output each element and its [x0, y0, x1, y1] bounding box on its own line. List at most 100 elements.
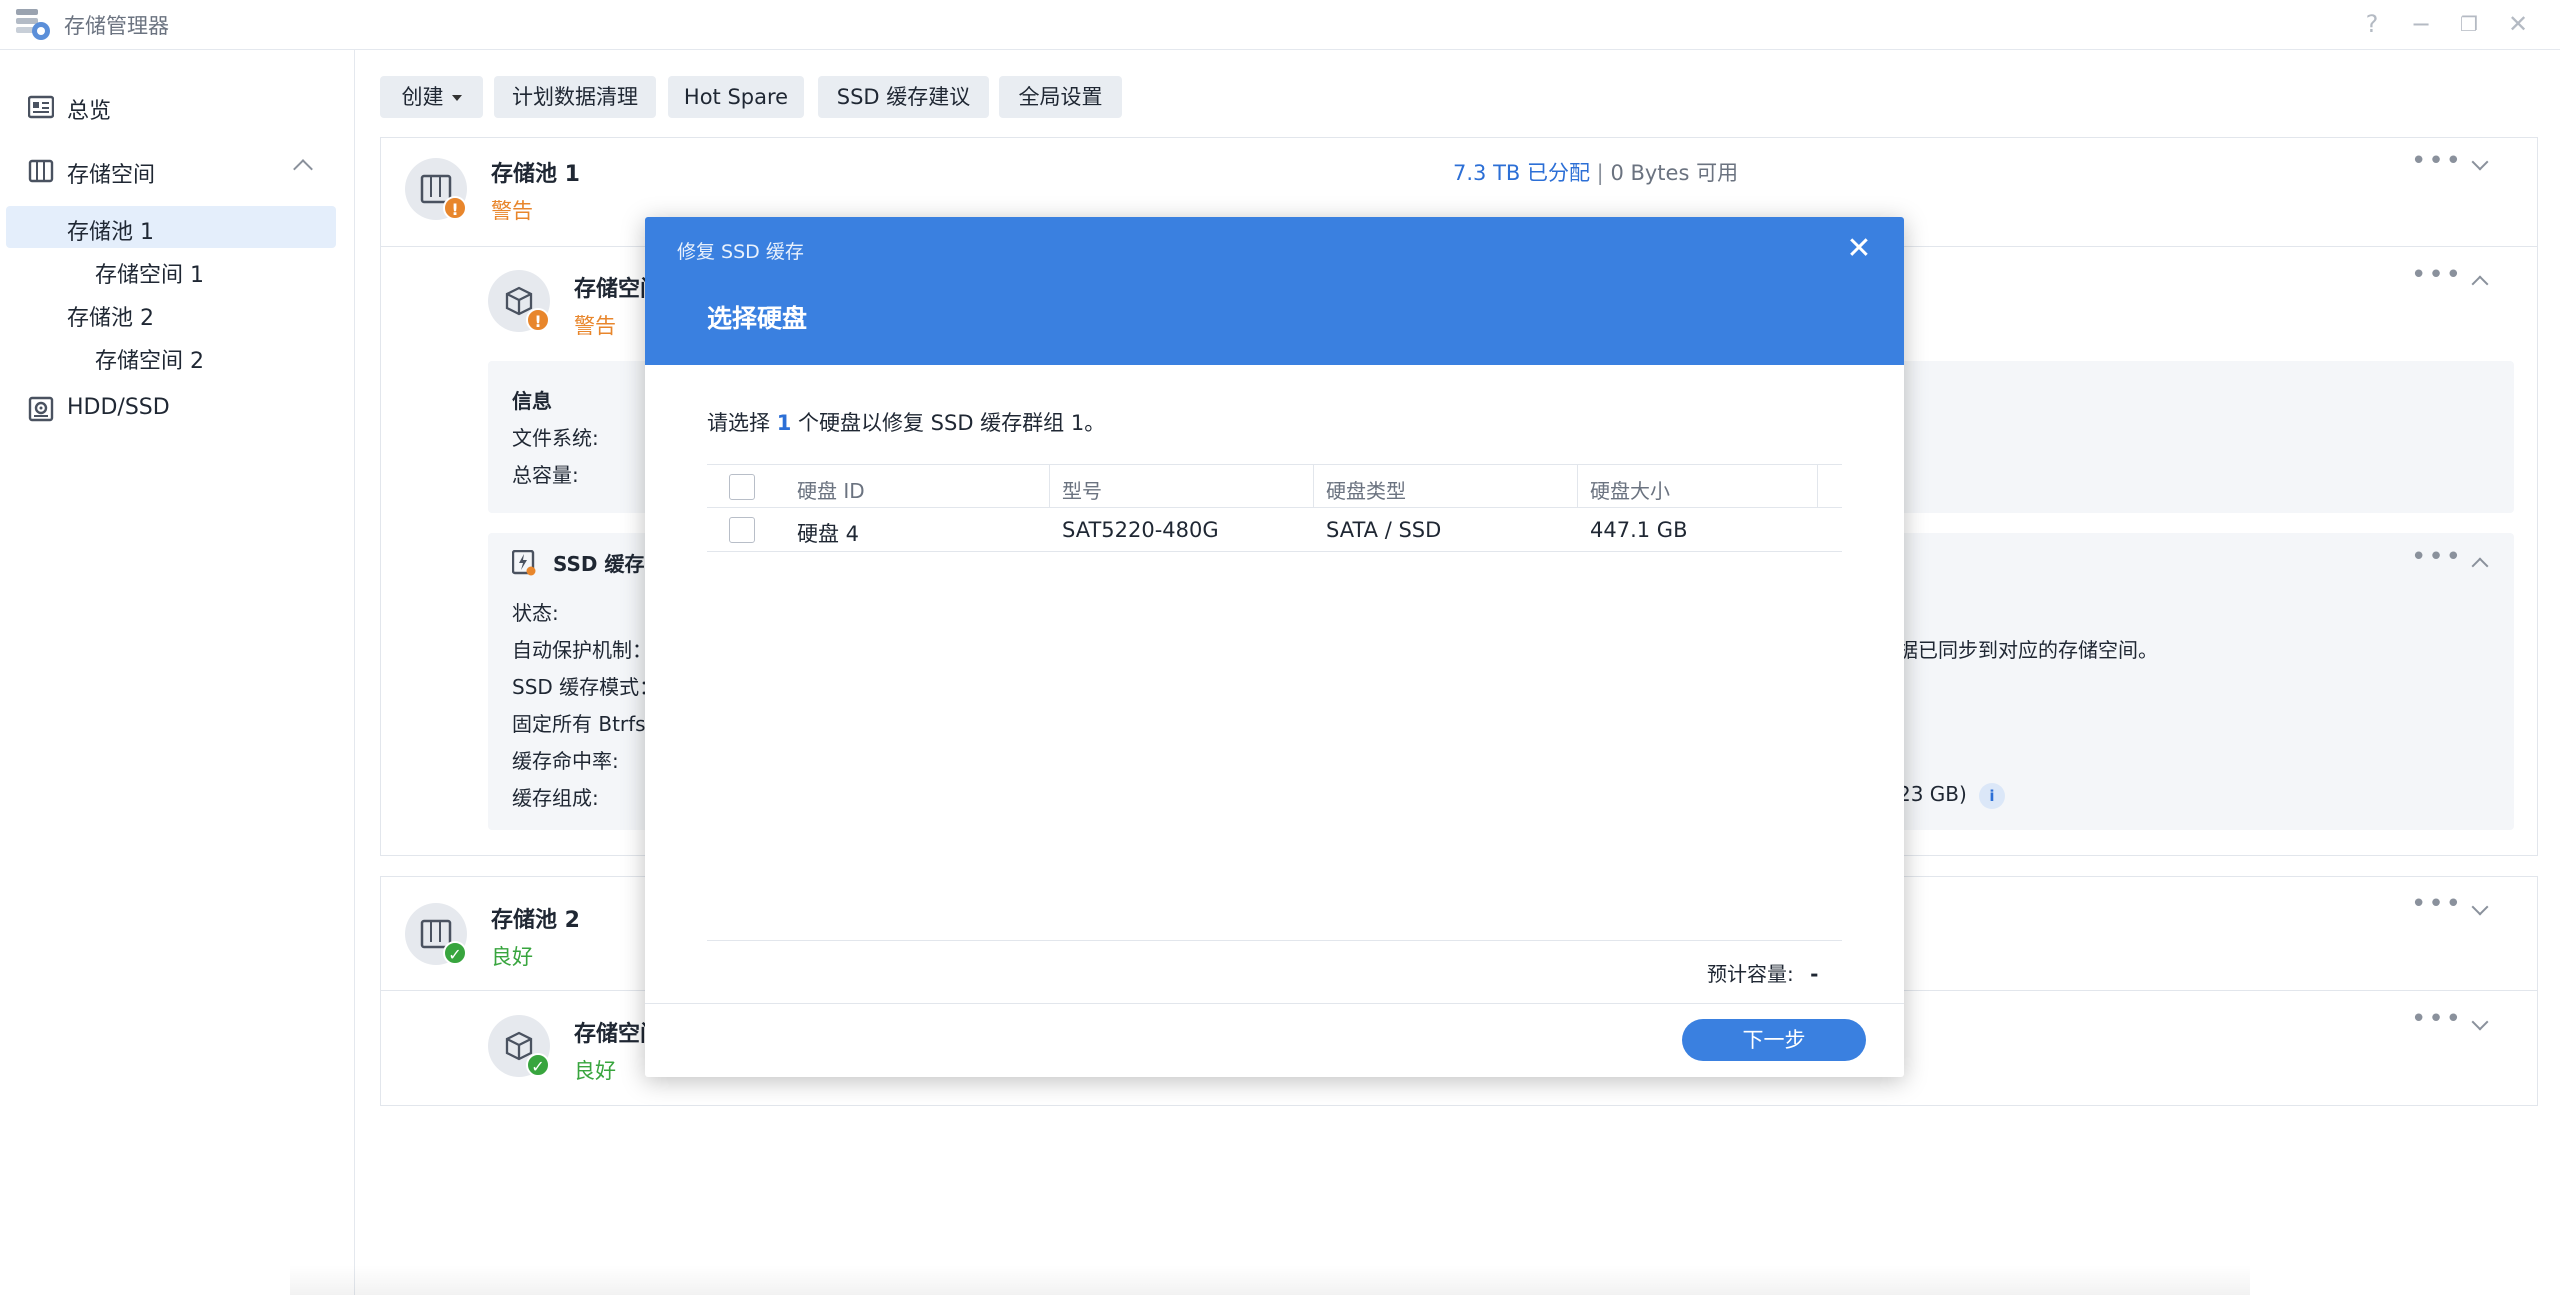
dialog-subtitle: 选择硬盘 [707, 304, 808, 333]
prompt-prefix: 请选择 [707, 411, 770, 435]
pool-status: 警告 [491, 199, 533, 223]
sidebar-item-volume-2[interactable]: 存储空间 2 [6, 335, 336, 377]
cell-model: SAT5220-480G [1062, 518, 1219, 542]
pool-icon: ✓ [405, 903, 467, 965]
sidebar-item-label: 总览 [67, 99, 112, 124]
composition-label: 缓存组成: [512, 786, 599, 810]
storage-manager-logo-icon [16, 9, 50, 40]
column-separator [1313, 465, 1314, 507]
pin-btrfs-label: 固定所有 Btrfs [512, 712, 646, 736]
sidebar-item-pool-2[interactable]: 存储池 2 [6, 292, 336, 334]
more-options-icon[interactable]: ••• [2411, 889, 2463, 919]
sidebar-item-volume-1[interactable]: 存储空间 1 [6, 249, 336, 291]
ok-badge-icon: ✓ [526, 1053, 550, 1077]
repair-ssd-cache-dialog: 修复 SSD 缓存 选择硬盘 ✕ 请选择 1 个硬盘以修复 SSD 缓存群组 1… [645, 217, 1904, 1077]
create-label: 创建 [401, 85, 444, 109]
ok-badge-icon: ✓ [443, 941, 467, 965]
info-icon[interactable]: i [1979, 783, 2005, 809]
sidebar-item-label: 存储池 2 [67, 306, 154, 331]
column-model[interactable]: 型号 [1062, 475, 1102, 504]
pool-name: 存储池 1 [491, 162, 580, 187]
prompt-count: 1 [776, 411, 792, 435]
pool-usage: 7.3 TB 已分配 | 0 Bytes 可用 [1453, 157, 1738, 187]
state-label: 状态: [512, 601, 559, 625]
help-icon[interactable]: ? [2354, 6, 2390, 42]
table-footer-divider [707, 940, 1842, 941]
table-header: 硬盘 ID 型号 硬盘类型 硬盘大小 [707, 464, 1842, 508]
title-bar: 存储管理器 ? − ❐ ✕ [0, 0, 2560, 50]
auto-protect-label: 自动保护机制： [512, 638, 652, 662]
sidebar-item-label: 存储空间 [67, 163, 156, 188]
prompt-suffix: 个硬盘以修复 SSD 缓存群组 1。 [798, 411, 1106, 435]
allocated-text: 7.3 TB 已分配 [1453, 161, 1590, 185]
pool-name: 存储池 2 [491, 908, 580, 933]
usage-separator: | [1596, 161, 1604, 185]
dialog-title: 修复 SSD 缓存 [677, 241, 804, 263]
chevron-up-icon[interactable] [293, 159, 313, 179]
filesystem-label: 文件系统: [512, 426, 599, 450]
column-disk-id[interactable]: 硬盘 ID [797, 475, 865, 504]
more-options-icon[interactable]: ••• [2411, 146, 2463, 176]
disk-icon [28, 396, 54, 422]
cell-disk-id: 硬盘 4 [797, 522, 860, 546]
column-separator [1049, 465, 1050, 507]
more-options-icon[interactable]: ••• [2411, 260, 2463, 290]
table-row[interactable]: 硬盘 4 SAT5220-480G SATA / SSD 447.1 GB [707, 508, 1842, 552]
estimated-capacity: 预计容量: - [1707, 958, 1818, 987]
more-options-icon[interactable]: ••• [2411, 1004, 2463, 1034]
chevron-down-icon[interactable] [2471, 898, 2489, 916]
available-text: 0 Bytes 可用 [1610, 161, 1739, 185]
app-title: 存储管理器 [64, 14, 169, 38]
row-checkbox[interactable] [729, 517, 755, 543]
volume-status: 警告 [574, 314, 616, 338]
info-heading: 信息 [512, 389, 552, 413]
volume-icon: ! [488, 270, 550, 332]
column-disk-size[interactable]: 硬盘大小 [1590, 475, 1670, 504]
pool-status: 良好 [491, 945, 533, 969]
storage-icon [28, 159, 54, 183]
restore-icon[interactable]: ❐ [2451, 6, 2487, 42]
capacity-label: 总容量: [512, 463, 579, 487]
composition-value: 23 GB) [1898, 782, 1967, 806]
sidebar-item-storage[interactable]: 存储空间 [0, 150, 355, 192]
capacity-label: 预计容量: [1707, 962, 1794, 986]
sidebar-item-label: 存储池 1 [67, 220, 154, 245]
sidebar-item-overview[interactable]: 总览 [0, 86, 355, 128]
sidebar-item-hdd-ssd[interactable]: HDD/SSD [0, 388, 355, 430]
chevron-up-icon[interactable] [2471, 275, 2489, 293]
column-separator [1817, 465, 1818, 507]
auto-protect-value: 据已同步到对应的存储空间。 [1898, 638, 2158, 662]
ssd-advisor-button[interactable]: SSD 缓存建议 [818, 76, 989, 118]
dialog-header: 修复 SSD 缓存 选择硬盘 ✕ [645, 217, 1904, 365]
hit-rate-label: 缓存命中率: [512, 749, 619, 773]
capacity-value: - [1810, 962, 1819, 986]
select-all-checkbox[interactable] [729, 474, 755, 500]
column-disk-type[interactable]: 硬盘类型 [1326, 475, 1406, 504]
create-button[interactable]: 创建 [380, 76, 483, 118]
hot-spare-button[interactable]: Hot Spare [668, 76, 804, 118]
cell-disk-type: SATA / SSD [1326, 518, 1442, 542]
ssd-cache-icon [512, 550, 536, 576]
bottom-shadow [290, 1265, 2250, 1295]
overview-icon [28, 95, 54, 119]
minimize-icon[interactable]: − [2403, 6, 2439, 42]
cache-mode-label: SSD 缓存模式： [512, 675, 660, 699]
volume-status: 良好 [574, 1059, 616, 1083]
more-options-icon[interactable]: ••• [2411, 542, 2463, 572]
chevron-down-icon[interactable] [2471, 153, 2489, 171]
next-button[interactable]: 下一步 [1682, 1019, 1866, 1061]
column-separator [1577, 465, 1578, 507]
close-icon[interactable]: ✕ [1839, 229, 1879, 269]
ssd-cache-heading: SSD 缓存 [553, 552, 645, 576]
scrub-button[interactable]: 计划数据清理 [494, 76, 656, 118]
pool-icon: ! [405, 158, 467, 220]
global-settings-button[interactable]: 全局设置 [999, 76, 1122, 118]
sidebar-item-label: HDD/SSD [67, 395, 170, 420]
chevron-down-icon[interactable] [2471, 1013, 2489, 1031]
close-window-icon[interactable]: ✕ [2500, 6, 2536, 42]
sidebar-item-pool-1[interactable]: 存储池 1 [6, 206, 336, 248]
cell-disk-size: 447.1 GB [1590, 518, 1688, 542]
sidebar: 总览 存储空间 存储池 1 存储空间 1 存储池 2 存储空间 2 HDD/SS… [0, 50, 355, 1295]
volume-icon: ✓ [488, 1015, 550, 1077]
dialog-prompt: 请选择 1 个硬盘以修复 SSD 缓存群组 1。 [707, 407, 1105, 437]
